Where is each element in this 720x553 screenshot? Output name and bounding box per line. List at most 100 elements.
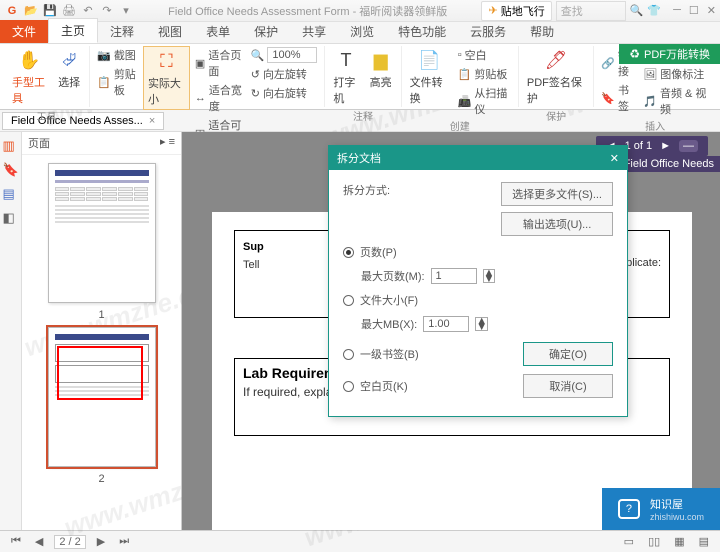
clipboard-button[interactable]: 📋剪贴板 (94, 65, 141, 99)
method-label: 拆分方式: (343, 182, 390, 198)
tab-file[interactable]: 文件 (0, 20, 48, 43)
brand-url: zhishiwu.com (650, 512, 704, 522)
pdf-sign-button[interactable]: 🖊PDF签名保护 (523, 46, 589, 108)
bookmark-icon: 🔖 (601, 92, 615, 105)
fly-button[interactable]: ✈贴地飞行 (481, 1, 551, 21)
scanner-button[interactable]: 📠从扫描仪 (455, 84, 514, 118)
print-icon[interactable]: 🖨 (61, 3, 77, 19)
thumb-2-number: 2 (98, 473, 104, 485)
dialog-title: 拆分文档 (337, 150, 381, 166)
rotate-right-icon: ↻ (251, 87, 260, 100)
file-convert-button[interactable]: 📄文件转换 (406, 46, 453, 108)
side-panel-icons: ▥ 🔖 ▤ ◧ (0, 132, 22, 530)
tab-form[interactable]: 表单 (194, 20, 242, 43)
next-page-icon[interactable]: ▶ (94, 535, 108, 548)
maximize-icon[interactable]: ☐ (689, 4, 699, 17)
tab-cloud[interactable]: 云服务 (458, 20, 518, 43)
tab-share[interactable]: 共享 (290, 20, 338, 43)
spinner-icon[interactable]: ▲▼ (483, 269, 496, 283)
fit-page-button[interactable]: ▣适合页面 (192, 46, 246, 80)
dialog-close-icon[interactable]: ✕ (610, 152, 619, 165)
thumb-1-number: 1 (98, 309, 104, 321)
group-protect-label: 保护 (546, 108, 566, 124)
output-options-button[interactable]: 输出选项(U)... (501, 212, 613, 236)
thumbnail-2[interactable] (48, 327, 156, 467)
tab-extra[interactable]: 特色功能 (386, 20, 458, 43)
qat-more-icon[interactable]: ▾ (118, 3, 134, 19)
max-mb-input[interactable]: 1.00 (423, 316, 469, 332)
attachments-panel-icon[interactable]: ◧ (3, 210, 19, 226)
tab-browse[interactable]: 浏览 (338, 20, 386, 43)
zoom-control[interactable]: 🔍 100% (248, 46, 321, 64)
audio-video-button[interactable]: 🎵音频 & 视频 (640, 84, 712, 118)
pages-panel-icon[interactable]: ▥ (3, 138, 19, 154)
save-icon[interactable]: 💾 (42, 3, 58, 19)
page-number-input[interactable]: 2 / 2 (54, 535, 85, 549)
bookmarks-panel-icon[interactable]: 🔖 (3, 162, 19, 178)
ribbon: ✋手型工具 ⮰选择 工具 📷截图 📋剪贴板 ⛶实际大小 ▣适合页面 ↔适合宽度 … (0, 44, 720, 110)
minimize-icon[interactable]: ─ (673, 4, 681, 17)
max-pages-input[interactable]: 1 (431, 268, 477, 284)
highlight-button[interactable]: ▆高亮 (365, 46, 397, 92)
first-page-icon[interactable]: ⏮ (8, 535, 24, 548)
radio-icon (343, 381, 354, 392)
pdf-convert-banner[interactable]: ♻ PDF万能转换 (619, 44, 720, 64)
split-dialog: 拆分文档 ✕ 拆分方式: 选择更多文件(S)... 输出选项(U)... 页数(… (328, 145, 628, 417)
search-input[interactable]: 查找 (556, 1, 626, 21)
redo-icon[interactable]: ↷ (99, 3, 115, 19)
collapse-icon[interactable]: — (679, 140, 698, 152)
open-icon[interactable]: 📂 (23, 3, 39, 19)
tab-home[interactable]: 主页 (48, 18, 98, 43)
viewport-indicator[interactable] (57, 346, 143, 400)
brand-overlay[interactable]: ? 知识屋 zhishiwu.com (602, 488, 720, 530)
radio-pages[interactable]: 页数(P) (343, 244, 613, 260)
last-page-icon[interactable]: ⏭ (116, 535, 132, 548)
ok-button[interactable]: 确定(O) (523, 342, 613, 366)
view-mode-4-icon[interactable]: ▤ (696, 535, 712, 548)
skin-icon[interactable]: 👕 (647, 4, 661, 17)
blank-icon: ▫ (458, 49, 462, 61)
image-note-button[interactable]: 🖼图像标注 (640, 65, 712, 83)
av-icon: 🎵 (643, 95, 657, 108)
radio-bookmark[interactable]: 一级书签(B) (343, 346, 419, 362)
layers-panel-icon[interactable]: ▤ (3, 186, 19, 202)
search-icon[interactable]: 🔍 (630, 4, 644, 17)
select-tool-button[interactable]: ⮰选择 (53, 46, 85, 92)
rotate-left-button[interactable]: ↺向左旋转 (248, 65, 321, 83)
app-icon: G (4, 3, 20, 19)
radio-blank[interactable]: 空白页(K) (343, 378, 408, 394)
link-icon: 🔗 (601, 57, 615, 70)
fitpage-icon: ▣ (195, 57, 205, 70)
actual-size-button[interactable]: ⛶实际大小 (143, 46, 190, 110)
cancel-button[interactable]: 取消(C) (523, 374, 613, 398)
spinner-icon[interactable]: ▲▼ (475, 317, 488, 331)
tab-view[interactable]: 视图 (146, 20, 194, 43)
view-mode-3-icon[interactable]: ▦ (671, 535, 687, 548)
tab-help[interactable]: 帮助 (518, 20, 566, 43)
hand-tool-button[interactable]: ✋手型工具 (8, 46, 51, 108)
radio-icon (343, 247, 354, 258)
max-pages-label: 最大页数(M): (361, 268, 425, 284)
clipboard2-button[interactable]: 📋剪贴板 (455, 65, 514, 83)
clipboard-icon: 📋 (458, 68, 472, 81)
typewriter-button[interactable]: T打字机 (329, 46, 362, 108)
fit-width-button[interactable]: ↔适合宽度 (192, 81, 246, 115)
undo-icon[interactable]: ↶ (80, 3, 96, 19)
thumbnail-1[interactable] (48, 163, 156, 303)
bookmark-button[interactable]: 🔖书签 (598, 81, 638, 115)
more-files-button[interactable]: 选择更多文件(S)... (501, 182, 613, 206)
close-icon[interactable]: ✕ (707, 4, 716, 17)
blank-button[interactable]: ▫空白 (455, 46, 514, 64)
radio-filesize[interactable]: 文件大小(F) (343, 292, 613, 308)
next-page-icon[interactable]: ► (660, 140, 671, 152)
rotate-right-button[interactable]: ↻向右旋转 (248, 84, 321, 102)
view-mode-2-icon[interactable]: ▯▯ (645, 535, 663, 548)
dialog-titlebar[interactable]: 拆分文档 ✕ (329, 146, 627, 170)
view-mode-1-icon[interactable]: ▭ (621, 535, 637, 548)
group-comment-label: 注释 (353, 108, 373, 124)
prev-page-icon[interactable]: ◀ (32, 535, 46, 548)
radio-icon (343, 349, 354, 360)
tab-comment[interactable]: 注释 (98, 20, 146, 43)
tab-protect[interactable]: 保护 (242, 20, 290, 43)
snapshot-button[interactable]: 📷截图 (94, 46, 141, 64)
